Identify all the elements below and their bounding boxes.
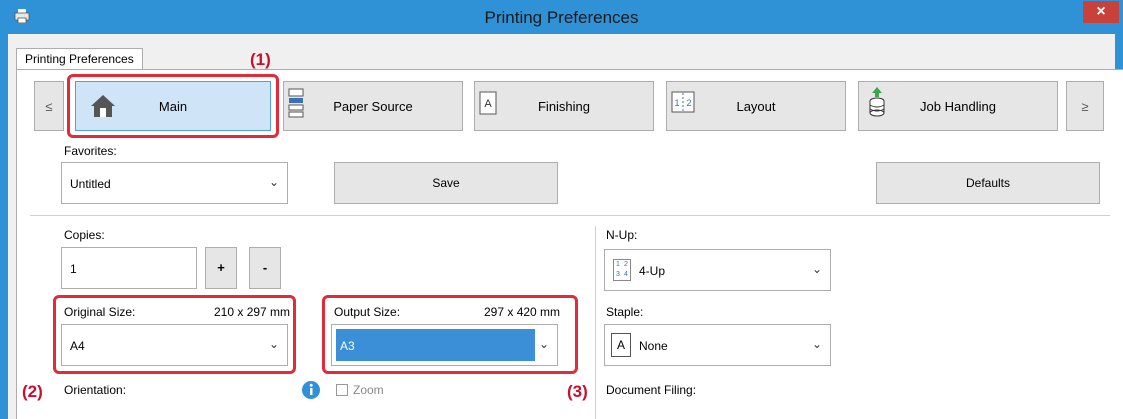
callout-2-highlight	[53, 295, 296, 374]
favorites-label: Favorites:	[64, 144, 117, 158]
staple-label: Staple:	[606, 305, 644, 319]
chevron-down-icon: ⌄	[811, 262, 822, 276]
copies-value: 1	[70, 262, 77, 276]
nup-value: 4-Up	[639, 264, 666, 278]
close-button[interactable]: ×	[1083, 1, 1119, 23]
zoom-label: Zoom	[353, 383, 384, 397]
tab-finishing[interactable]: A Finishing	[474, 81, 654, 131]
tab-job-handling-label: Job Handling	[920, 99, 996, 114]
nav-prev-button[interactable]: ≤	[34, 81, 64, 131]
tab-layout[interactable]: 1 2 Layout	[666, 81, 846, 131]
column-divider	[595, 226, 596, 419]
callout-1-highlight	[67, 74, 279, 138]
callout-1-label: (1)	[250, 50, 271, 69]
callout-2-label: (2)	[22, 382, 43, 401]
info-icon[interactable]	[301, 380, 321, 400]
nup-select[interactable]: 12 34 4-Up ⌄	[604, 249, 831, 291]
callout-3-label: (3)	[567, 382, 588, 401]
zoom-checkbox[interactable]	[336, 384, 348, 396]
tab-job-handling[interactable]: Job Handling	[858, 81, 1058, 131]
copies-label: Copies:	[64, 228, 105, 242]
tab-layout-label: Layout	[736, 99, 776, 114]
orientation-label: Orientation:	[64, 383, 127, 397]
staple-none-icon: A	[611, 333, 631, 357]
favorites-select[interactable]: Untitled ⌄	[61, 162, 288, 204]
nup-icon: 12 34	[613, 259, 631, 281]
copies-decrement-button[interactable]: -	[249, 247, 281, 289]
save-button[interactable]: Save	[334, 162, 558, 204]
tab-paper-source[interactable]: Paper Source	[283, 81, 463, 131]
nup-label: N-Up:	[606, 228, 638, 242]
copies-increment-button[interactable]: +	[205, 247, 237, 289]
copies-input[interactable]: 1	[61, 247, 197, 289]
window-title: Printing Preferences	[484, 8, 639, 27]
favorites-value: Untitled	[70, 177, 111, 191]
staple-value: None	[639, 339, 668, 353]
tab-paper-source-label: Paper Source	[333, 99, 413, 114]
document-filing-label: Document Filing:	[606, 383, 697, 397]
callout-3-highlight	[322, 295, 578, 374]
section-divider	[30, 215, 1110, 216]
nav-next-button[interactable]: ≥	[1066, 81, 1104, 131]
tab-printing-preferences[interactable]: Printing Preferences	[16, 48, 143, 70]
chevron-down-icon: ⌄	[268, 175, 279, 189]
title-bar: Printing Preferences ×	[0, 0, 1123, 34]
staple-select[interactable]: A None ⌄	[604, 324, 831, 366]
defaults-button[interactable]: Defaults	[876, 162, 1100, 204]
chevron-down-icon: ⌄	[811, 337, 822, 351]
tab-finishing-label: Finishing	[537, 99, 591, 114]
